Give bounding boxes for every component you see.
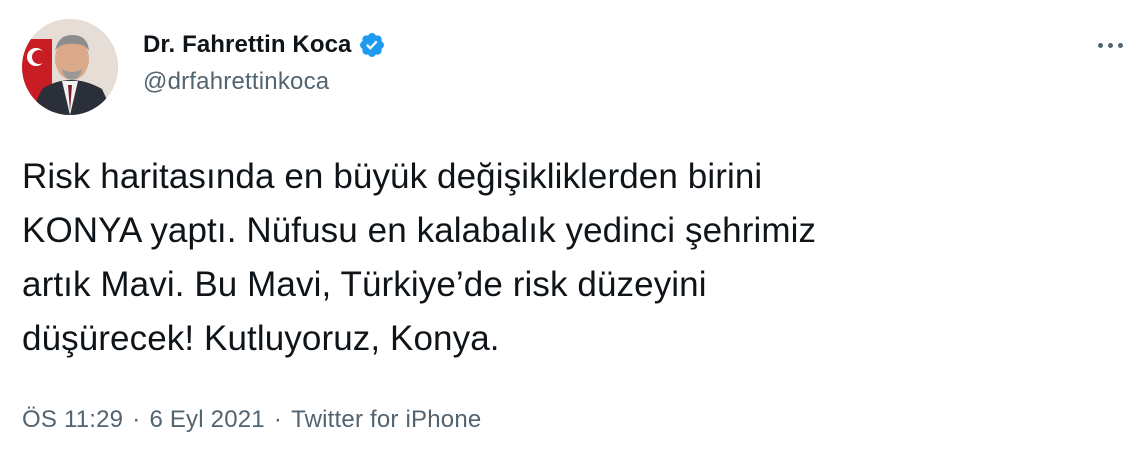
tweet-meta: ÖS 11:29 · 6 Eyl 2021 · Twitter for iPho… xyxy=(22,406,481,434)
tweet-time[interactable]: ÖS 11:29 xyxy=(22,406,123,434)
avatar[interactable] xyxy=(22,19,118,115)
more-horizontal-icon xyxy=(1097,42,1123,48)
tweet-source[interactable]: Twitter for iPhone xyxy=(291,406,481,434)
author-block: Dr. Fahrettin Koca @drfahrettinkoca xyxy=(143,28,386,96)
avatar-image xyxy=(22,19,118,115)
handle[interactable]: @drfahrettinkoca xyxy=(143,68,386,96)
more-options-button[interactable] xyxy=(1090,30,1130,60)
tweet-card: Dr. Fahrettin Koca @drfahrettinkoca Risk… xyxy=(0,0,1143,451)
tweet-text: Risk haritasında en büyük değişikliklerd… xyxy=(22,157,817,358)
separator: · xyxy=(132,406,141,433)
display-name[interactable]: Dr. Fahrettin Koca xyxy=(143,31,352,59)
separator: · xyxy=(273,406,283,433)
verified-badge-icon xyxy=(358,31,386,59)
tweet-date[interactable]: 6 Eyl 2021 xyxy=(149,406,264,434)
name-row: Dr. Fahrettin Koca xyxy=(143,28,386,62)
